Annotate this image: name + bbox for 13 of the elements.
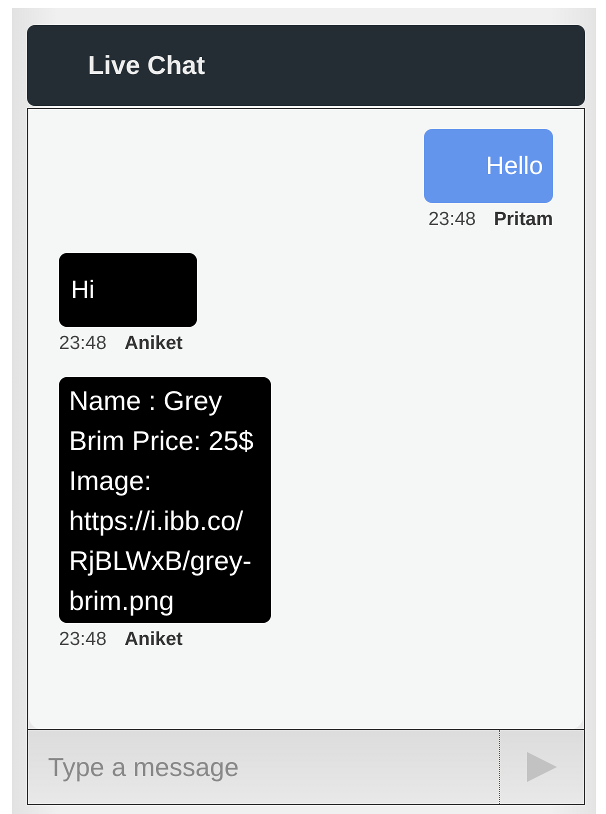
send-icon xyxy=(525,750,559,784)
send-button[interactable] xyxy=(500,730,584,804)
message-author: Aniket xyxy=(124,629,183,651)
message-time: 23:48 xyxy=(428,209,476,231)
message-bubble: Name : Grey Brim Price: 25$ Image: https://i.ibb.co/RjBLWxB/grey-brim.png xyxy=(59,377,271,623)
chat-title: Live Chat xyxy=(88,50,206,81)
message-input[interactable]: Type a message xyxy=(28,730,500,804)
message-author: Pritam xyxy=(494,209,553,231)
message-author: Aniket xyxy=(124,333,183,355)
message-time: 23:48 xyxy=(59,333,107,355)
message-bubble: Hi xyxy=(59,253,197,327)
message-time: 23:48 xyxy=(59,629,107,651)
message-bubble: Hello xyxy=(424,129,553,203)
